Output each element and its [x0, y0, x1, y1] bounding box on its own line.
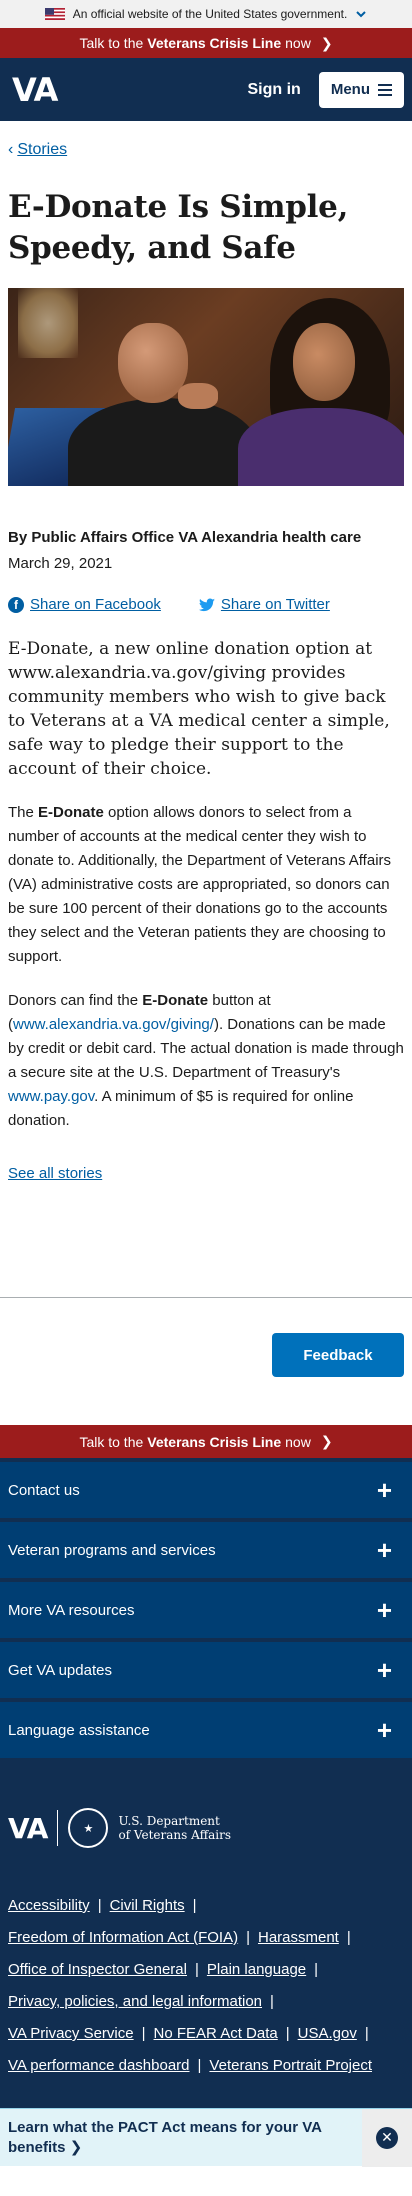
footer-accordion-contact-us[interactable]: Contact us +: [0, 1462, 412, 1518]
chevron-right-icon: ❯: [69, 2138, 83, 2156]
accessibility-link[interactable]: Accessibility: [8, 1897, 90, 1914]
crisis-prefix: Talk to the: [79, 35, 144, 51]
us-flag-icon: [44, 8, 65, 20]
share-links: f Share on Facebook Share on Twitter: [8, 596, 404, 613]
share-facebook-label: Share on Facebook: [30, 596, 161, 613]
privacy-policies-link[interactable]: Privacy, policies, and legal information: [8, 1993, 262, 2010]
see-all-stories-link[interactable]: See all stories: [8, 1165, 102, 1182]
plus-icon: +: [376, 1654, 392, 1685]
share-twitter-link[interactable]: Share on Twitter: [198, 596, 330, 613]
story-hero-image: [8, 288, 404, 486]
edonate-emphasis: E-Donate: [142, 992, 209, 1009]
chevron-right-icon: ❯: [320, 1433, 333, 1449]
footer-accordion-get-updates[interactable]: Get VA updates +: [0, 1642, 412, 1698]
footer-crisis-line-banner[interactable]: Talk to the Veterans Crisis Line now ❯: [0, 1425, 412, 1458]
chevron-down-icon: [356, 11, 367, 18]
site-header: VA Sign in Menu: [0, 58, 412, 121]
article-date: March 29, 2021: [8, 555, 113, 572]
chevron-left-icon: ‹: [8, 141, 14, 158]
footer-accordion-veteran-programs[interactable]: Veteran programs and services +: [0, 1522, 412, 1578]
privacy-service-link[interactable]: VA Privacy Service: [8, 2025, 134, 2042]
plus-icon: +: [376, 1714, 392, 1745]
share-facebook-link[interactable]: f Share on Facebook: [8, 596, 161, 613]
crisis-line-name: Veterans Crisis Line: [147, 35, 282, 51]
va-seal-icon: ★: [68, 1808, 109, 1848]
article-paragraph-2: Donors can find the E-Donate button at (…: [8, 992, 404, 1129]
usa-gov-link[interactable]: USA.gov: [298, 2025, 357, 2042]
plus-icon: +: [376, 1534, 392, 1565]
plus-icon: +: [376, 1594, 392, 1625]
site-footer: Talk to the Veterans Crisis Line now ❯ C…: [0, 1425, 412, 2167]
menu-label: Menu: [330, 81, 370, 98]
close-icon: ✕: [376, 2126, 398, 2149]
no-fear-act-link[interactable]: No FEAR Act Data: [154, 2025, 278, 2042]
hamburger-icon: [378, 83, 392, 96]
portrait-project-link[interactable]: Veterans Portrait Project: [209, 2057, 372, 2074]
performance-dashboard-link[interactable]: VA performance dashboard: [8, 2057, 190, 2074]
sign-in-link[interactable]: Sign in: [248, 81, 301, 99]
facebook-icon: f: [8, 596, 24, 613]
oig-link[interactable]: Office of Inspector General: [8, 1961, 187, 1978]
alexandria-giving-link[interactable]: www.alexandria.va.gov/giving/: [13, 1016, 214, 1033]
footer-accordion-more-resources[interactable]: More VA resources +: [0, 1582, 412, 1638]
pact-act-banner: Learn what the PACT Act means for your V…: [0, 2108, 412, 2167]
chevron-right-icon: ❯: [320, 34, 333, 51]
article-paragraph-1: The E-Donate option allows donors to sel…: [8, 804, 392, 965]
official-gov-banner[interactable]: An official website of the United States…: [0, 0, 412, 28]
share-twitter-label: Share on Twitter: [220, 596, 330, 613]
department-name: U.S. Department of Veterans Affairs: [118, 1814, 231, 1842]
pact-banner-close-button[interactable]: ✕: [362, 2108, 412, 2167]
va-logo[interactable]: VA: [12, 71, 58, 109]
civil-rights-link[interactable]: Civil Rights: [110, 1897, 185, 1914]
page-title: E-Donate Is Simple, Speedy, and Safe: [8, 189, 349, 266]
footer-accordion-language-assistance[interactable]: Language assistance +: [0, 1702, 412, 1758]
gov-banner-text: An official website of the United States…: [72, 7, 348, 21]
footer-va-logo[interactable]: VA ★ U.S. Department of Veterans Affairs: [0, 1758, 412, 1848]
article-lead: E-Donate, a new online donation option a…: [8, 639, 390, 779]
crisis-suffix: now: [285, 35, 311, 51]
breadcrumb[interactable]: ‹ Stories: [8, 141, 404, 159]
breadcrumb-stories-link[interactable]: Stories: [17, 141, 67, 159]
plain-language-link[interactable]: Plain language: [207, 1961, 306, 1978]
main-content: ‹ Stories E-Donate Is Simple, Speedy, an…: [0, 141, 412, 1183]
veterans-crisis-line-banner[interactable]: Talk to the Veterans Crisis Line now ❯: [0, 28, 412, 58]
twitter-icon: [198, 598, 215, 611]
article-byline: By Public Affairs Office VA Alexandria h…: [8, 529, 362, 546]
harassment-link[interactable]: Harassment: [258, 1929, 339, 1946]
pact-act-link[interactable]: Learn what the PACT Act means for your V…: [0, 2118, 350, 2158]
plus-icon: +: [376, 1474, 392, 1505]
pay-gov-link[interactable]: www.pay.gov: [8, 1088, 94, 1105]
footer-links: Accessibility | Civil Rights | Freedom of I…: [8, 1897, 372, 2074]
foia-link[interactable]: Freedom of Information Act (FOIA): [8, 1929, 238, 1946]
edonate-emphasis: E-Donate: [38, 804, 104, 821]
menu-button[interactable]: Menu: [318, 71, 404, 108]
feedback-button[interactable]: Feedback: [272, 1333, 404, 1377]
